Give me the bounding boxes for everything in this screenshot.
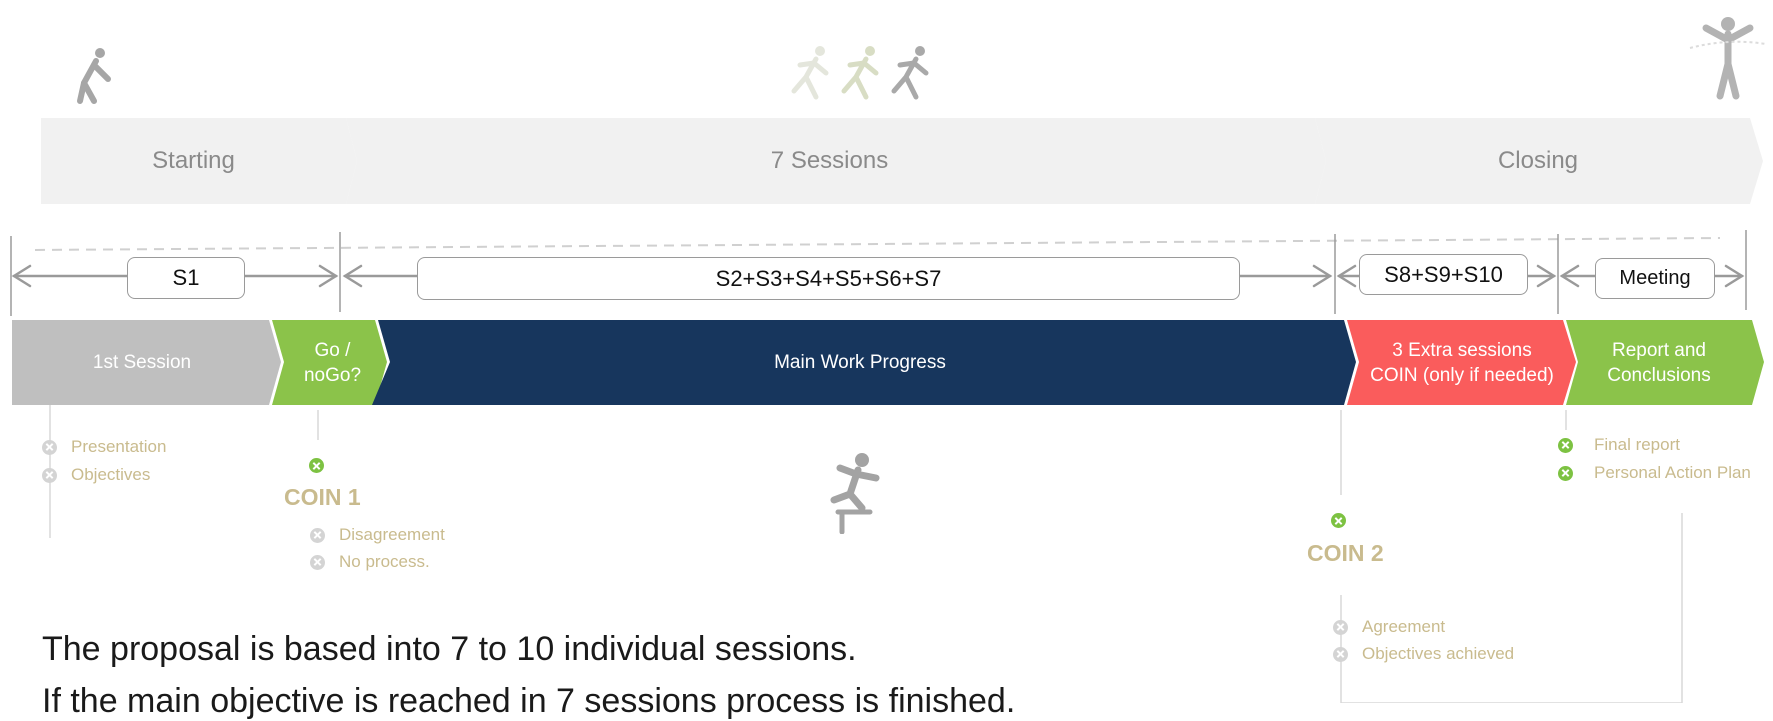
session-box-s1: S1 <box>127 257 245 299</box>
stage-label-main-work: Main Work Progress <box>774 352 946 373</box>
dashed-guide-line <box>34 237 1721 251</box>
check-circle-icon <box>42 467 57 483</box>
phase-label-closing: Closing <box>1497 147 1579 174</box>
list-item: Agreement <box>1333 617 1445 637</box>
check-circle-icon <box>310 527 325 543</box>
session-box-meeting: Meeting <box>1595 258 1715 299</box>
check-circle-icon <box>1333 646 1348 662</box>
coin2-title: COIN 2 <box>1307 540 1384 566</box>
runners-icon <box>791 46 929 100</box>
list-item: No process. <box>310 552 430 572</box>
stretching-person-icon <box>77 48 111 104</box>
session-box-s2-s7: S2+S3+S4+S5+S6+S7 <box>417 257 1240 300</box>
check-circle-icon <box>309 458 324 473</box>
check-circle-icon <box>310 554 325 570</box>
list-item: Objectives <box>42 465 150 485</box>
check-circle-icon <box>1558 465 1573 481</box>
stage-label-first-session: 1st Session <box>92 352 192 373</box>
session-box-s8-s10: S8+S9+S10 <box>1359 254 1528 295</box>
phase-label-sessions: 7 Sessions <box>770 147 889 174</box>
phase-label-starting: Starting <box>152 147 235 174</box>
stage-label-extra-sessions: 3 Extra sessions COIN (only if needed) <box>1370 339 1554 386</box>
list-item: Personal Action Plan <box>1558 463 1751 483</box>
list-item: Disagreement <box>310 525 445 545</box>
check-circle-icon <box>1331 513 1346 528</box>
finish-line-runner-icon <box>1689 17 1767 100</box>
list-item: Presentation <box>42 437 166 457</box>
proposal-text-line2: If the main objective is reached in 7 se… <box>42 682 1016 720</box>
hurdle-jumper-icon <box>830 453 880 534</box>
proposal-highlight: 7 to 10 individual sessions <box>450 630 848 668</box>
check-circle-icon <box>1558 437 1573 453</box>
coin2-marker <box>1331 513 1360 528</box>
check-circle-icon <box>1333 619 1348 635</box>
proposal-text-line1: The proposal is based into 7 to 10 indiv… <box>42 630 857 668</box>
coin1-marker <box>309 458 338 473</box>
stage-label-report: Report and Conclusions <box>1607 339 1711 386</box>
check-circle-icon <box>42 439 57 455</box>
list-item: Objectives achieved <box>1333 644 1514 664</box>
coin1-title: COIN 1 <box>284 484 361 510</box>
stage-label-go-nogo: Go / noGo? <box>303 339 362 386</box>
list-item: Final report <box>1558 435 1680 455</box>
